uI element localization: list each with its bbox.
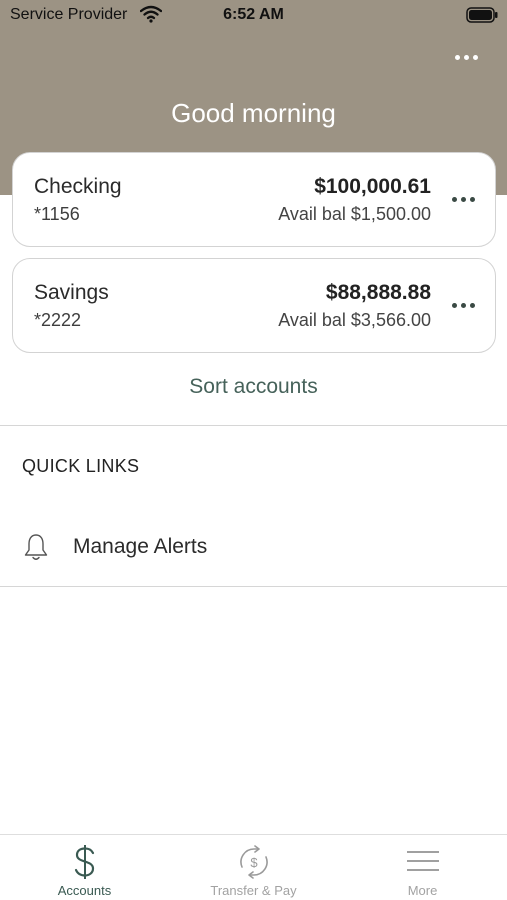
account-balance: $100,000.61 [314,175,431,198]
account-balance: $88,888.88 [325,281,431,304]
account-number: *2222 [34,310,82,330]
account-name: Checking [34,175,122,198]
available-balance: Avail bal $3,566.00 [278,310,431,330]
tab-accounts[interactable]: Accounts [0,835,169,900]
tab-label: More [407,883,438,898]
divider [0,425,507,426]
account-more-icon[interactable] [445,293,481,317]
transfer-pay-icon: $ [239,845,268,879]
more-options-icon[interactable] [446,44,486,70]
account-more-icon[interactable] [445,187,481,211]
quick-link-label: Manage Alerts [73,535,208,558]
quick-link-manage-alerts[interactable]: Manage Alerts [0,520,507,576]
tab-bar: Accounts $ Transfer & Pay More [0,834,507,900]
sort-accounts-link[interactable]: Sort accounts [0,375,507,399]
quick-links-title: QUICK LINKS [22,456,140,476]
divider [0,586,507,587]
greeting: Good morning [171,98,336,128]
dollar-icon [74,845,94,879]
available-balance: Avail bal $1,500.00 [278,204,431,224]
tab-label: Accounts [57,883,112,898]
svg-text:$: $ [250,855,258,870]
account-card-checking[interactable]: Checking *1156 $100,000.61 Avail bal $1,… [12,152,496,247]
account-card-savings[interactable]: Savings *2222 $88,888.88 Avail bal $3,56… [12,258,496,353]
status-bar: Service Provider 6:52 AM [0,0,507,30]
account-name: Savings [34,281,109,304]
clock: 6:52 AM [223,6,284,23]
menu-icon [406,851,439,871]
account-number: *1156 [34,204,80,224]
bell-icon [24,534,48,560]
battery-icon [466,7,498,23]
tab-more[interactable]: More [338,835,507,900]
tab-label: Transfer & Pay [210,883,297,898]
tab-transfer-pay[interactable]: $ Transfer & Pay [169,835,338,900]
